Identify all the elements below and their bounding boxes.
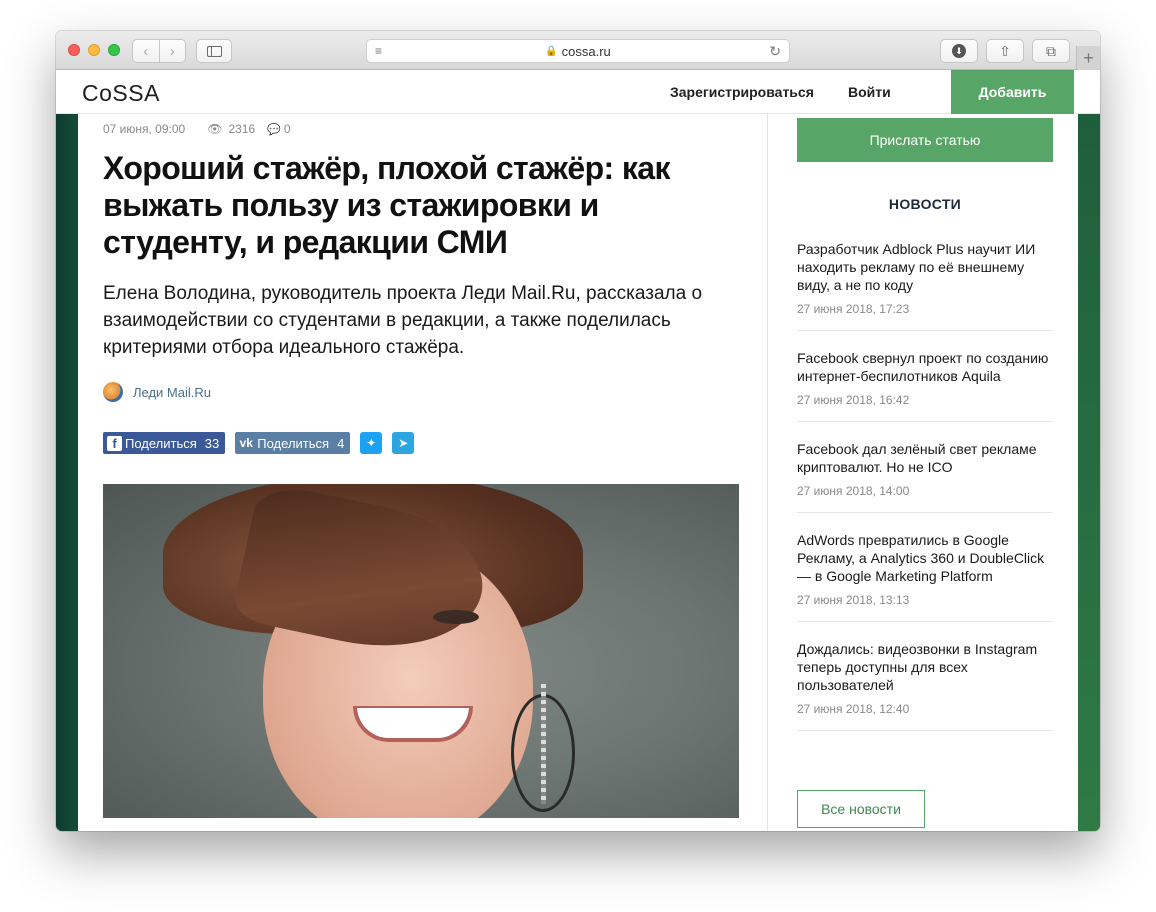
hero-eye <box>433 610 479 624</box>
tabs-overview-button[interactable]: ⧉ <box>1032 39 1070 63</box>
news-date: 27 июня 2018, 13:13 <box>797 593 910 607</box>
add-button[interactable]: Добавить <box>951 70 1074 114</box>
hero-smile <box>353 706 473 742</box>
reader-icon[interactable]: ≡ <box>375 45 382 57</box>
facebook-share-label: Поделиться <box>125 435 197 451</box>
news-date: 27 июня 2018, 17:23 <box>797 302 910 316</box>
author-avatar <box>103 382 123 402</box>
news-item[interactable]: Разработчик Adblock Plus научит ИИ наход… <box>797 238 1053 331</box>
all-news-button[interactable]: Все новости <box>797 790 925 828</box>
news-item[interactable]: Facebook свернул проект по созданию инте… <box>797 347 1053 422</box>
article-hero-image <box>103 484 739 818</box>
vk-icon: vk <box>239 436 253 450</box>
share-bar: f Поделиться 33 vk Поделиться 4 ✦ ➤ <box>103 432 415 454</box>
facebook-share-count: 33 <box>204 435 220 451</box>
forward-button[interactable]: › <box>160 43 186 60</box>
author-name[interactable]: Леди Mail.Ru <box>133 385 211 400</box>
send-article-button[interactable]: Прислать статью <box>797 118 1053 162</box>
site-header: CoSSA Зарегистрироваться Войти Добавить <box>56 70 1100 114</box>
sidebar-toggle-button[interactable] <box>196 39 232 63</box>
tabs-icon: ⧉ <box>1046 42 1056 59</box>
eye-icon: 👁 <box>207 122 223 136</box>
share-button[interactable]: ⇧ <box>986 39 1024 63</box>
desktop: ‹ › ≡ 🔒 cossa.ru ↻ ⬇ ⇧ ⧉ + CoSSA Зарегис… <box>0 0 1156 912</box>
login-link[interactable]: Войти <box>848 84 891 100</box>
comment-icon: 💬 <box>267 123 281 136</box>
page-background-right <box>1078 114 1100 831</box>
news-title[interactable]: AdWords превратились в Google Рекламу, а… <box>797 531 1053 585</box>
facebook-icon: f <box>107 435 122 451</box>
share-icon: ⇧ <box>999 42 1011 59</box>
twitter-share-button[interactable]: ✦ <box>360 432 383 454</box>
close-window-button[interactable] <box>68 44 80 56</box>
minimize-window-button[interactable] <box>88 44 100 56</box>
telegram-share-button[interactable]: ➤ <box>392 432 415 454</box>
article-lead: Елена Володина, руководитель проекта Лед… <box>103 283 703 358</box>
article-date: 07 июня, 09:00 <box>103 122 186 136</box>
news-date: 27 июня 2018, 16:42 <box>797 393 910 407</box>
lock-icon: 🔒 <box>545 45 558 57</box>
views-count: 2316 <box>228 122 256 136</box>
reload-icon[interactable]: ↻ <box>769 43 781 60</box>
browser-toolbar: ‹ › ≡ 🔒 cossa.ru ↻ ⬇ ⇧ ⧉ + <box>56 31 1100 70</box>
article-meta: 07 июня, 09:00 👁 2316 💬 0 <box>103 122 291 136</box>
news-title[interactable]: Дождались: видеозвонки в Instagram тепер… <box>797 640 1053 694</box>
news-title[interactable]: Разработчик Adblock Plus научит ИИ наход… <box>797 240 1053 294</box>
news-date: 27 июня 2018, 12:40 <box>797 702 910 716</box>
news-item[interactable]: AdWords превратились в Google Рекламу, а… <box>797 529 1053 622</box>
download-icon: ⬇ <box>952 44 966 58</box>
vk-share-count: 4 <box>337 435 345 451</box>
zoom-window-button[interactable] <box>108 44 120 56</box>
vk-share-button[interactable]: vk Поделиться 4 <box>235 432 351 454</box>
news-title[interactable]: Facebook свернул проект по созданию инте… <box>797 349 1053 385</box>
downloads-button[interactable]: ⬇ <box>940 39 978 63</box>
nav-buttons: ‹ › <box>132 39 186 63</box>
article-title: Хороший стажёр, плохой стажёр: как выжат… <box>103 150 671 260</box>
address-text: cossa.ru <box>561 43 611 59</box>
site-logo[interactable]: CoSSA <box>82 80 160 107</box>
news-heading: НОВОСТИ <box>888 196 962 212</box>
news-list: Разработчик Adblock Plus научит ИИ наход… <box>797 238 1053 747</box>
hero-earring-drop <box>541 684 546 804</box>
sidebar-icon <box>206 45 222 57</box>
vk-share-label: Поделиться <box>257 435 330 451</box>
telegram-icon: ➤ <box>398 436 409 450</box>
column-divider <box>767 114 768 831</box>
address-bar[interactable]: ≡ 🔒 cossa.ru ↻ <box>366 39 790 63</box>
news-title[interactable]: Facebook дал зелёный свет рекламе крипто… <box>797 440 1053 476</box>
comments-count[interactable]: 0 <box>284 122 291 136</box>
author-link[interactable]: Леди Mail.Ru <box>103 382 211 402</box>
facebook-share-button[interactable]: f Поделиться 33 <box>103 432 226 454</box>
news-item[interactable]: Facebook дал зелёный свет рекламе крипто… <box>797 438 1053 513</box>
register-link[interactable]: Зарегистрироваться <box>670 84 814 100</box>
news-item[interactable]: Дождались: видеозвонки в Instagram тепер… <box>797 638 1053 731</box>
browser-window: ‹ › ≡ 🔒 cossa.ru ↻ ⬇ ⇧ ⧉ + CoSSA Зарегис… <box>56 31 1100 831</box>
news-date: 27 июня 2018, 14:00 <box>797 484 910 498</box>
new-tab-button[interactable]: + <box>1076 46 1100 70</box>
back-button[interactable]: ‹ <box>133 43 159 60</box>
twitter-icon: ✦ <box>366 436 377 450</box>
page-content: 07 июня, 09:00 👁 2316 💬 0 Хороший стажёр… <box>78 114 1078 831</box>
